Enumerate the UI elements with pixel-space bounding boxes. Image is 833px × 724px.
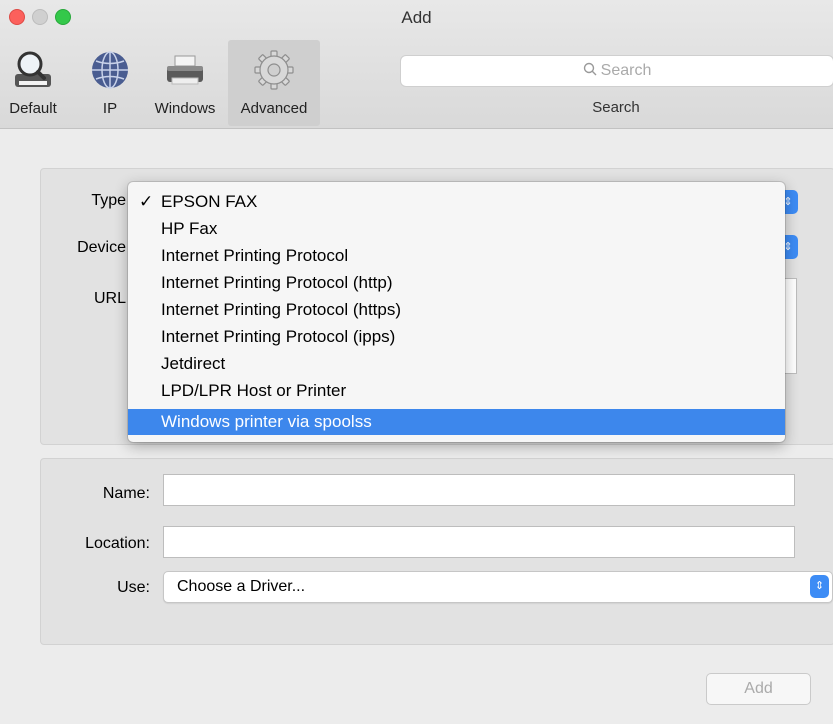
menu-item-ipp[interactable]: Internet Printing Protocol [128,243,785,269]
checkmark-icon: ✓ [139,192,154,211]
gear-icon [254,50,294,90]
menu-item-label: Internet Printing Protocol [161,246,349,265]
driver-popup-stepper[interactable]: ⇕ [810,575,829,598]
tab-advanced-label: Advanced [240,100,308,117]
tab-windows-label: Windows [154,100,216,117]
search-field[interactable]: Search [400,55,833,87]
driver-popup[interactable]: Choose a Driver... ⇕ [163,571,833,603]
type-label: Type [91,192,126,209]
menu-item-ipp-http[interactable]: Internet Printing Protocol (http) [128,270,785,296]
menu-item-lpd-lpr[interactable]: LPD/LPR Host or Printer [128,378,785,404]
search-label: Search [592,99,640,116]
add-button[interactable]: Add [706,673,811,705]
menu-item-label: Internet Printing Protocol (https) [161,300,402,319]
menu-item-epson-fax[interactable]: ✓ EPSON FAX [128,189,785,215]
tab-default[interactable]: Default [0,40,66,126]
menu-item-label: Internet Printing Protocol (http) [161,273,393,292]
search-placeholder: Search [401,62,833,80]
url-label: URL [93,290,126,307]
type-dropdown-menu: ✓ EPSON FAX HP Fax Internet Printing Pro… [128,182,785,442]
menu-item-label: Jetdirect [161,354,226,373]
location-label: Location: [85,535,150,552]
tab-advanced[interactable]: Advanced [228,40,320,126]
search-icon [583,62,597,76]
menu-item-hp-fax[interactable]: HP Fax [128,216,785,242]
menu-item-jetdirect[interactable]: Jetdirect [128,351,785,377]
use-label: Use: [117,579,150,596]
device-label: Device [77,239,126,256]
menu-item-label: Windows printer via spoolss [161,412,372,431]
location-input[interactable] [163,526,795,558]
menu-item-label: HP Fax [161,219,218,238]
globe-icon [92,51,128,89]
name-label: Name: [102,485,150,502]
menu-item-label: LPD/LPR Host or Printer [161,381,347,400]
magnifier-printer-icon [15,51,51,87]
menu-item-ipp-ipps[interactable]: Internet Printing Protocol (ipps) [128,324,785,350]
printer-icon [167,55,203,85]
menu-item-label: Internet Printing Protocol (ipps) [161,327,396,346]
window-title: Add [401,8,432,27]
search-placeholder-text: Search [600,62,652,79]
menu-item-label: EPSON FAX [161,192,258,211]
tab-ip[interactable]: IP [82,40,138,126]
tab-default-label: Default [9,100,57,117]
toolbar: Add Default IP Windows Advanced Search S… [0,0,833,129]
tab-ip-label: IP [102,100,118,117]
tab-windows[interactable]: Windows [146,40,224,126]
driver-popup-value: Choose a Driver... [177,578,306,595]
name-input[interactable] [163,474,795,506]
menu-item-ipp-https[interactable]: Internet Printing Protocol (https) [128,297,785,323]
menu-item-windows-spoolss[interactable]: Windows printer via spoolss [128,409,785,435]
